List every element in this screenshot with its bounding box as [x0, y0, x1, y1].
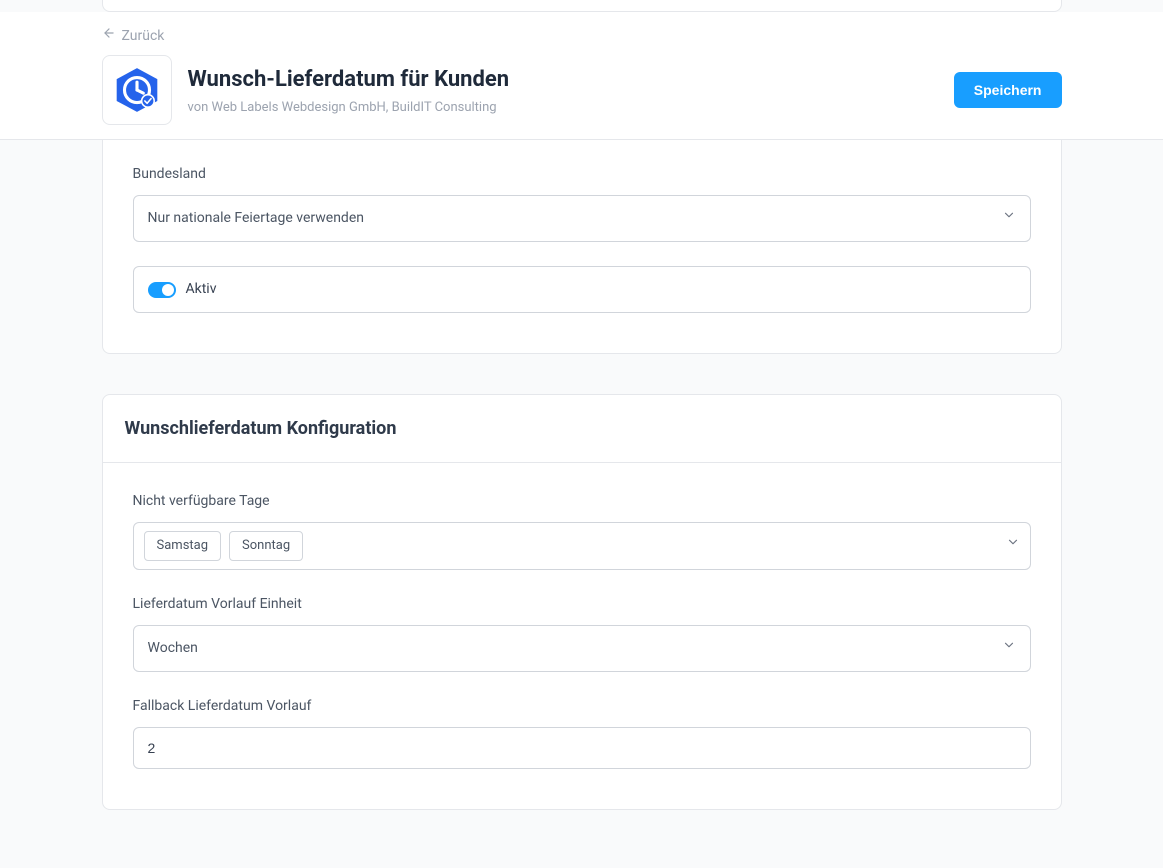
chevron-down-icon	[1006, 535, 1020, 556]
page-header: Zurück Wunsch-Lieferdatum für Kunden vo	[0, 12, 1163, 140]
fallback-lead-input[interactable]	[134, 728, 1030, 768]
active-toggle-label: Aktiv	[186, 279, 217, 300]
arrow-left-icon	[102, 26, 116, 47]
chevron-down-icon	[1002, 638, 1016, 659]
active-toggle-row: Aktiv	[133, 266, 1031, 313]
page-title: Wunsch-Lieferdatum für Kunden	[188, 63, 938, 96]
unavailable-days-label: Nicht verfügbare Tage	[133, 491, 1031, 512]
config-card: Wunschlieferdatum Konfiguration Nicht ve…	[102, 394, 1062, 810]
chevron-down-icon	[1002, 208, 1016, 229]
active-toggle[interactable]	[148, 282, 176, 298]
save-button[interactable]: Speichern	[954, 72, 1062, 108]
state-select-value: Nur nationale Feiertage verwenden	[148, 208, 1002, 229]
unavailable-days-select[interactable]: Samstag Sonntag	[133, 522, 1031, 570]
back-link[interactable]: Zurück	[102, 26, 165, 47]
config-card-title: Wunschlieferdatum Konfiguration	[125, 415, 1039, 442]
page-subtitle: von Web Labels Webdesign GmbH, BuildIT C…	[188, 98, 938, 118]
holiday-card: Bundesland Nur nationale Feiertage verwe…	[102, 140, 1062, 354]
app-icon	[102, 55, 172, 125]
fallback-lead-label: Fallback Lieferdatum Vorlauf	[133, 696, 1031, 717]
back-label: Zurück	[122, 26, 165, 47]
lead-unit-select[interactable]: Wochen	[133, 625, 1031, 672]
lead-unit-label: Lieferdatum Vorlauf Einheit	[133, 594, 1031, 615]
lead-unit-value: Wochen	[148, 638, 1002, 659]
previous-card-edge	[102, 0, 1062, 12]
unavailable-day-chip[interactable]: Sonntag	[229, 531, 303, 561]
config-card-header: Wunschlieferdatum Konfiguration	[103, 395, 1061, 463]
fallback-lead-input-wrap	[133, 727, 1031, 769]
state-select[interactable]: Nur nationale Feiertage verwenden	[133, 195, 1031, 242]
state-label: Bundesland	[133, 164, 1031, 185]
unavailable-day-chip[interactable]: Samstag	[144, 531, 222, 561]
